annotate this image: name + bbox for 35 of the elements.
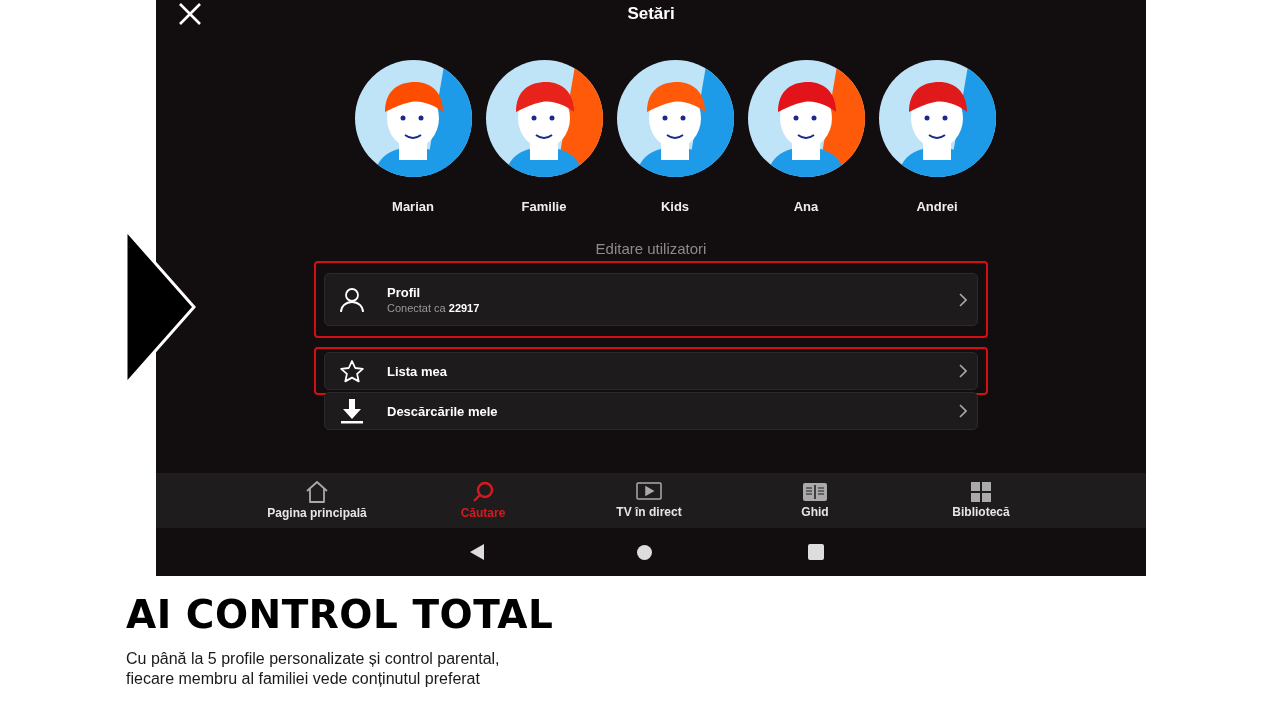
- menu-label: Descărcările mele: [387, 403, 499, 419]
- menu-label: Lista mea: [387, 363, 448, 379]
- home-icon: [305, 481, 329, 503]
- profile-name: Andrei: [916, 199, 958, 214]
- close-icon: [178, 2, 202, 26]
- profile-name: Marian: [392, 199, 434, 214]
- profile-name: Familie: [521, 199, 567, 214]
- chevron-right-icon: [959, 404, 967, 418]
- screen-title: Setări: [626, 4, 676, 24]
- menu-label: Profil: [387, 285, 422, 300]
- home-button[interactable]: [637, 544, 652, 560]
- book-icon: [802, 482, 828, 502]
- close-button[interactable]: [178, 2, 202, 26]
- nav-tab[interactable]: Pagina principală: [234, 473, 400, 528]
- search-icon: [472, 481, 494, 503]
- menu-row[interactable]: Descărcările mele: [324, 392, 978, 430]
- section-title: Editare utilizatori: [594, 240, 708, 257]
- chevron-right-icon: [959, 364, 967, 378]
- menu-subtitle: Conectat ca 22917: [387, 302, 481, 314]
- promo-text: Cu până la 5 profile personalizate și control parental, fiecare membru al familiei vede conținutul preferat: [126, 649, 501, 689]
- nav-tab[interactable]: TV în direct: [566, 473, 732, 528]
- play-screen-icon: [636, 482, 662, 502]
- nav-tab[interactable]: Bibliotecă: [898, 473, 1064, 528]
- profile-name: Ana: [793, 199, 819, 214]
- back-button[interactable]: [470, 544, 484, 560]
- person-icon: [340, 286, 364, 313]
- nav-tab[interactable]: Ghid: [732, 473, 898, 528]
- profile-name: Kids: [660, 199, 690, 214]
- chevron-right-icon: [959, 292, 967, 307]
- grid-icon: [971, 482, 991, 502]
- menu-row[interactable]: Lista mea: [324, 352, 978, 390]
- download-icon: [340, 398, 364, 424]
- menu-row[interactable]: Profil Conectat ca 22917: [324, 273, 978, 326]
- promo-heading: AI CONTROL TOTAL: [126, 593, 554, 637]
- star-icon: [340, 359, 364, 383]
